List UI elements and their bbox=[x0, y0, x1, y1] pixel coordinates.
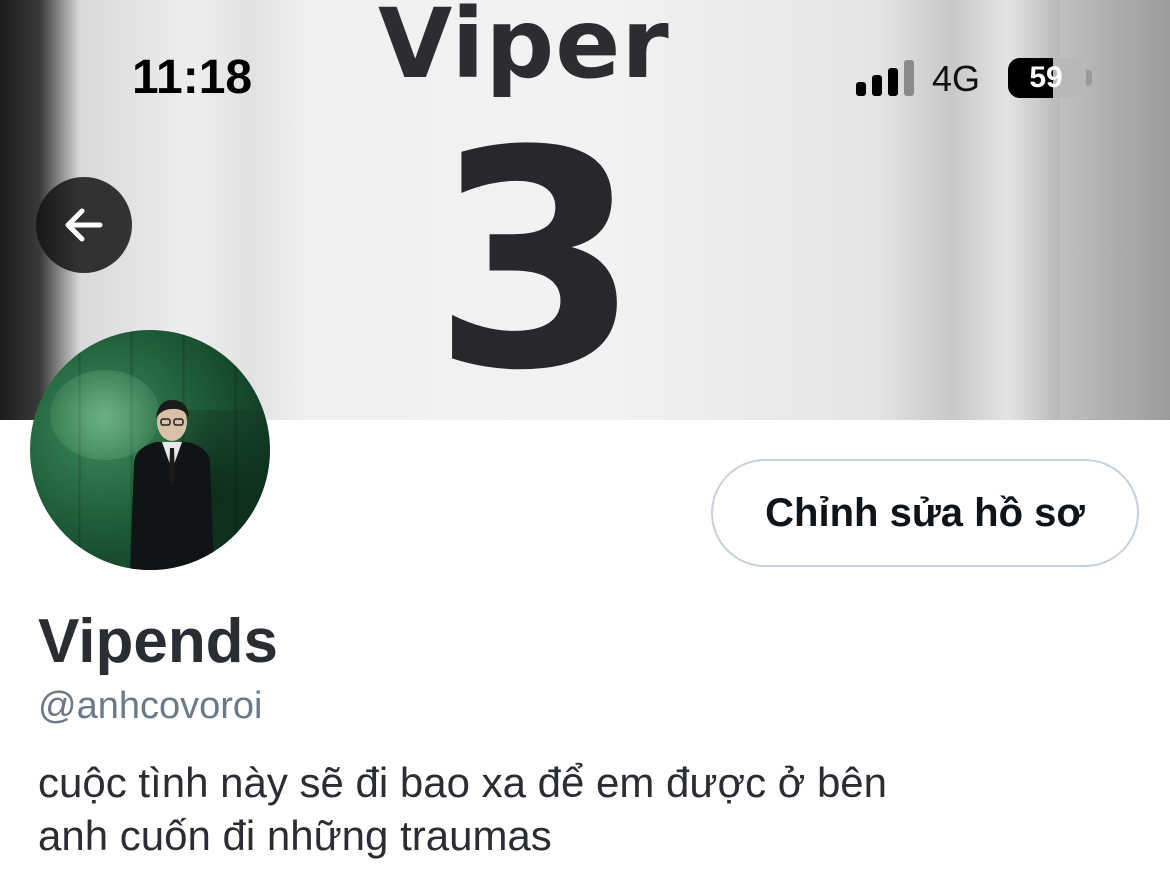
battery-icon: 59 bbox=[1008, 58, 1084, 98]
bio-line: anh cuốn đi những traumas bbox=[38, 812, 552, 859]
status-time: 11:18 bbox=[132, 51, 253, 104]
avatar[interactable] bbox=[30, 330, 270, 570]
avatar-person bbox=[130, 400, 214, 570]
user-handle: @anhcovoroi bbox=[38, 685, 263, 727]
display-name: Vipends bbox=[38, 607, 279, 676]
profile-bio: cuộc tình này sẽ đi bao xa để em được ở … bbox=[38, 756, 1138, 876]
bio-line: cuộc tình này sẽ đi bao xa để em được ở … bbox=[38, 759, 888, 806]
arrow-left-icon bbox=[65, 208, 103, 242]
cellular-signal-icon bbox=[856, 60, 914, 96]
banner-jersey-name: Viper bbox=[378, 0, 670, 100]
edit-profile-button[interactable]: Chỉnh sửa hồ sơ bbox=[711, 459, 1139, 567]
banner-jersey-number: 3 bbox=[432, 87, 641, 420]
battery-percent: 59 bbox=[1029, 61, 1063, 94]
back-button[interactable] bbox=[36, 177, 132, 273]
network-type: 4G bbox=[932, 58, 981, 99]
battery-cap bbox=[1086, 70, 1092, 86]
